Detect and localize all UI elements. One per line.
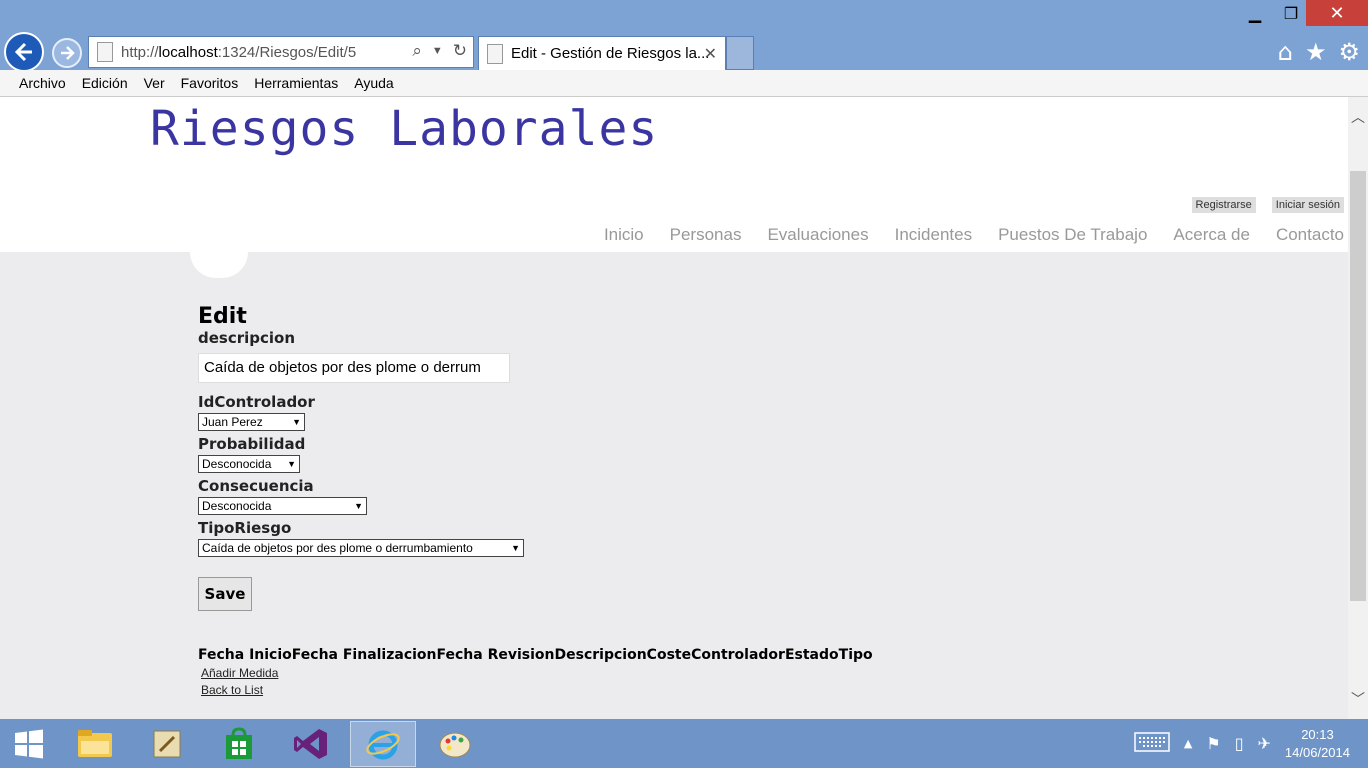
url-host: localhost — [158, 43, 218, 61]
nav-acerca[interactable]: Acerca de — [1173, 225, 1250, 245]
probabilidad-select[interactable]: Desconocida ▼ — [198, 455, 300, 473]
airplane-icon[interactable]: ✈ — [1258, 734, 1271, 753]
menu-ver[interactable]: Ver — [144, 75, 165, 91]
site-header: Riesgos Laborales Registrarse Iniciar se… — [0, 97, 1348, 252]
store-icon[interactable] — [206, 721, 272, 767]
url-prefix: http:// — [121, 43, 159, 61]
scroll-down-icon[interactable]: ﹀ — [1348, 689, 1368, 709]
back-button[interactable] — [4, 32, 44, 72]
menu-bar: Archivo Edición Ver Favoritos Herramient… — [0, 70, 1368, 97]
edit-form: Edit descripcion Caída de objetos por de… — [198, 300, 873, 697]
gear-icon[interactable]: ⚙ — [1338, 38, 1360, 66]
back-to-list-link[interactable]: Back to List — [201, 683, 873, 697]
nav-puestos[interactable]: Puestos De Trabajo — [998, 225, 1147, 245]
descripcion-input[interactable]: Caída de objetos por des plome o derrum — [198, 353, 510, 383]
keyboard-icon[interactable] — [1134, 731, 1170, 756]
show-hidden-icon[interactable]: ▲ — [1184, 737, 1192, 750]
time: 20:13 — [1301, 726, 1334, 742]
tab-title: Edit - Gestión de Riesgos la... — [511, 45, 710, 62]
consecuencia-select[interactable]: Desconocida ▼ — [198, 497, 367, 515]
col-descripcion: Descripcion — [554, 647, 647, 663]
col-fecha-inicio: Fecha Inicio — [198, 647, 292, 663]
vertical-scrollbar[interactable]: ︿ ﹀ — [1348, 97, 1368, 719]
search-icon[interactable]: ⌕ — [412, 41, 422, 61]
favorites-star-icon[interactable]: ★ — [1305, 38, 1327, 66]
nav-incidentes[interactable]: Incidentes — [895, 225, 973, 245]
refresh-icon[interactable]: ↻ — [453, 41, 467, 61]
col-tipo: Tipo — [838, 647, 873, 663]
paint-palette-icon[interactable] — [422, 721, 488, 767]
taskbar: ▲ ⚑ ▯ ✈ 20:13 14/06/2014 — [0, 719, 1368, 768]
main-nav: Inicio Personas Evaluaciones Incidentes … — [604, 225, 1344, 245]
minimize-icon[interactable]: ▁ — [1240, 0, 1270, 26]
file-explorer-icon[interactable] — [62, 721, 128, 767]
consecuencia-value: Desconocida — [202, 499, 272, 513]
close-tab-icon[interactable]: ✕ — [704, 44, 717, 64]
save-button[interactable]: Save — [198, 577, 252, 611]
chevron-down-icon: ▼ — [292, 417, 301, 427]
forward-button[interactable] — [52, 38, 82, 68]
login-link[interactable]: Iniciar sesión — [1271, 197, 1344, 213]
register-link[interactable]: Registrarse — [1191, 197, 1256, 213]
close-window-icon[interactable]: ✕ — [1306, 0, 1368, 26]
controlador-label: IdControlador — [198, 393, 315, 411]
chevron-down-icon: ▼ — [287, 459, 296, 469]
flag-icon[interactable]: ⚑ — [1206, 734, 1220, 753]
menu-edicion[interactable]: Edición — [82, 75, 128, 91]
login-links: Registrarse Iniciar sesión — [1191, 197, 1344, 213]
url-path: :1324/Riesgos/Edit/5 — [217, 43, 357, 61]
date: 14/06/2014 — [1284, 744, 1350, 760]
add-medida-link[interactable]: Añadir Medida — [201, 666, 873, 680]
controlador-value: Juan Perez — [202, 415, 263, 429]
dropdown-icon[interactable]: ▼ — [432, 41, 443, 61]
chevron-down-icon: ▼ — [511, 543, 520, 553]
menu-ayuda[interactable]: Ayuda — [354, 75, 393, 91]
col-estado: Estado — [784, 647, 839, 663]
descripcion-label: descripcion — [198, 329, 296, 347]
windows-logo-icon — [15, 729, 43, 758]
menu-archivo[interactable]: Archivo — [19, 75, 66, 91]
col-controlador: Controlador — [691, 647, 785, 663]
chevron-down-icon: ▼ — [354, 501, 363, 511]
medidas-table-header: Fecha Inicio Fecha Finalizacion Fecha Re… — [198, 647, 873, 663]
back-arrow-icon — [14, 42, 32, 62]
controlador-select[interactable]: Juan Perez ▼ — [198, 413, 305, 431]
col-fecha-finalizacion: Fecha Finalizacion — [291, 647, 437, 663]
tiporiesgo-select[interactable]: Caída de objetos por des plome o derrumb… — [198, 539, 524, 557]
system-tray: ▲ ⚑ ▯ ✈ 20:13 14/06/2014 — [1134, 719, 1350, 768]
forward-arrow-icon — [61, 46, 75, 60]
tiporiesgo-label: TipoRiesgo — [198, 519, 292, 537]
visual-studio-icon[interactable] — [278, 721, 344, 767]
nav-contacto[interactable]: Contacto — [1276, 225, 1344, 245]
address-bar[interactable]: http://localhost:1324/Riesgos/Edit/5 ⌕ ▼… — [88, 36, 474, 68]
probabilidad-value: Desconocida — [202, 457, 272, 471]
start-button[interactable] — [0, 719, 58, 768]
scroll-up-icon[interactable]: ︿ — [1348, 107, 1368, 127]
maximize-icon[interactable]: ❐ — [1276, 0, 1306, 26]
scroll-thumb[interactable] — [1350, 171, 1366, 601]
page-icon — [97, 42, 113, 62]
nav-inicio[interactable]: Inicio — [604, 225, 644, 245]
nav-personas[interactable]: Personas — [670, 225, 742, 245]
paint-tool-icon[interactable] — [134, 721, 200, 767]
decorative-circle — [190, 252, 248, 278]
consecuencia-label: Consecuencia — [198, 477, 314, 495]
tiporiesgo-value: Caída de objetos por des plome o derrumb… — [202, 541, 473, 555]
col-coste: Coste — [646, 647, 692, 663]
new-tab-button[interactable] — [726, 36, 754, 70]
probabilidad-label: Probabilidad — [198, 435, 306, 453]
battery-icon[interactable]: ▯ — [1235, 734, 1244, 753]
clock[interactable]: 20:13 14/06/2014 — [1285, 726, 1350, 762]
home-icon[interactable]: ⌂ — [1278, 38, 1293, 66]
browser-chrome: ▁ ❐ ✕ http://localhost:1324/Riesgos/Edit… — [0, 0, 1368, 72]
nav-evaluaciones[interactable]: Evaluaciones — [767, 225, 868, 245]
tab-active[interactable]: Edit - Gestión de Riesgos la... ✕ — [478, 36, 726, 70]
page-heading: Edit — [198, 304, 247, 329]
site-title[interactable]: Riesgos Laborales — [150, 101, 658, 157]
page-icon — [487, 43, 503, 64]
internet-explorer-icon[interactable] — [350, 720, 416, 767]
menu-herramientas[interactable]: Herramientas — [254, 75, 338, 91]
menu-favoritos[interactable]: Favoritos — [181, 75, 239, 91]
col-fecha-revision: Fecha Revision — [436, 647, 555, 663]
